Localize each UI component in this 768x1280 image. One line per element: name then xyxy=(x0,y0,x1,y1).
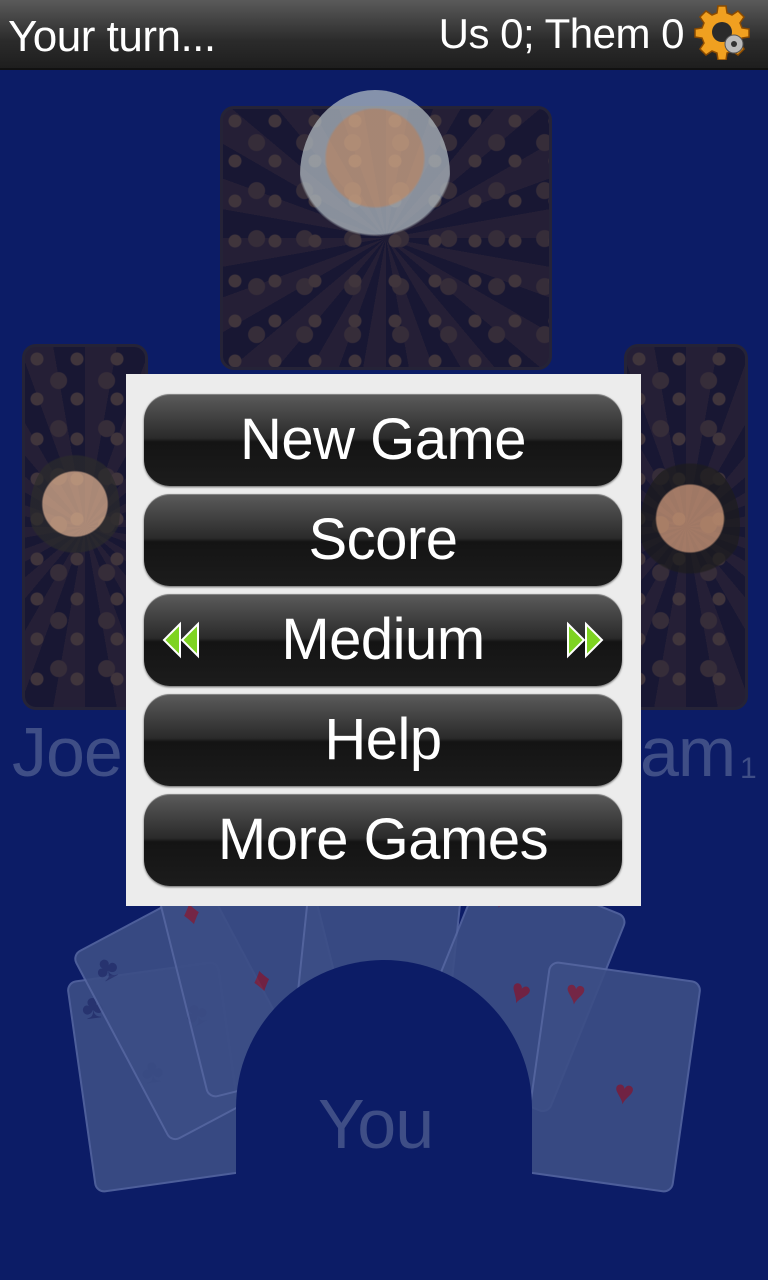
help-label: Help xyxy=(324,707,442,772)
top-status-bar: Your turn... Us 0; Them 0 xyxy=(0,0,768,70)
score-button[interactable]: Score xyxy=(144,494,622,586)
turn-indicator: Your turn... xyxy=(8,12,216,61)
new-game-button[interactable]: New Game xyxy=(144,394,622,486)
left-player-name: Joe xyxy=(12,713,123,791)
help-button[interactable]: Help xyxy=(144,694,622,786)
hand-card[interactable]: ♥♥ xyxy=(519,960,703,1194)
difficulty-label: Medium xyxy=(281,607,485,672)
score-label: Score xyxy=(308,507,458,572)
right-player-name: am xyxy=(640,713,736,791)
difficulty-selector[interactable]: Medium xyxy=(144,594,622,686)
score-display: Us 0; Them 0 xyxy=(438,10,685,57)
more-games-button[interactable]: More Games xyxy=(144,794,622,886)
difficulty-next-arrow-icon[interactable] xyxy=(564,620,608,660)
new-game-label: New Game xyxy=(239,407,527,472)
top-opponent-avatar xyxy=(300,90,450,260)
more-games-label: More Games xyxy=(217,807,549,872)
game-menu: New Game Score Medium Help More Games xyxy=(126,374,641,906)
right-opponent-avatar xyxy=(640,460,740,590)
settings-gear-icon[interactable] xyxy=(694,4,750,60)
right-player-trick-count: 1 xyxy=(740,752,757,785)
left-opponent-avatar xyxy=(30,450,120,570)
difficulty-prev-arrow-icon[interactable] xyxy=(158,620,202,660)
bottom-player-name: You xyxy=(318,1085,434,1163)
